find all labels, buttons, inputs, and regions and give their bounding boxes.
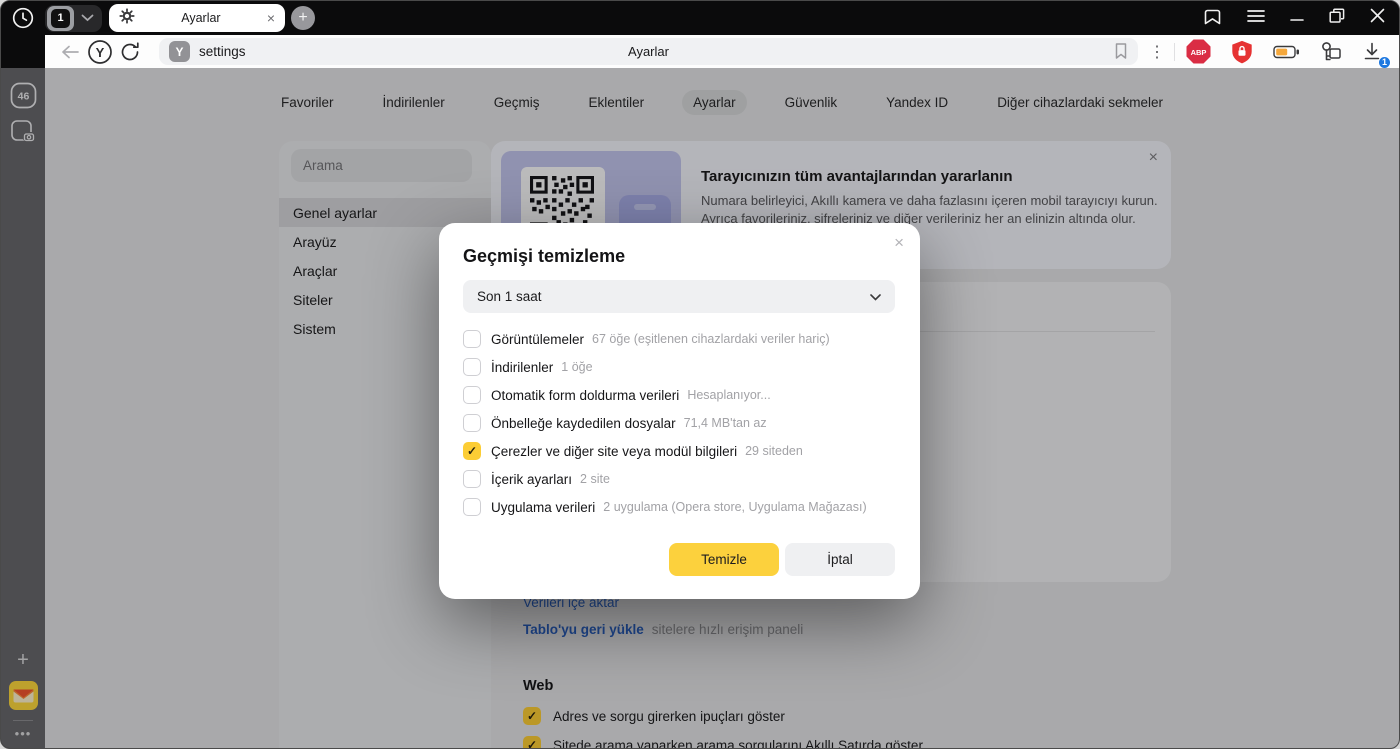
- item-meta: Hesaplanıyor...: [687, 388, 770, 402]
- tab-group-control[interactable]: 1: [45, 5, 102, 32]
- tab-title: Ayarlar: [135, 11, 267, 25]
- bookmark-panel-icon[interactable]: [1203, 6, 1222, 31]
- item-label: Önbelleğe kaydedilen dosyalar: [491, 416, 676, 431]
- password-key-icon[interactable]: [1315, 38, 1345, 66]
- checkbox-uygulama-verileri[interactable]: ✓: [463, 498, 481, 516]
- cancel-button[interactable]: İptal: [785, 543, 895, 576]
- history-item-row: ✓ Önbelleğe kaydedilen dosyalar 71,4 MB'…: [463, 414, 895, 432]
- checkbox-goruntulemeler[interactable]: ✓: [463, 330, 481, 348]
- clear-button[interactable]: Temizle: [669, 543, 779, 576]
- item-meta: 67 öğe (eşitlenen cihazlardaki veriler h…: [592, 332, 830, 346]
- history-item-row: ✓ İçerik ayarları 2 site: [463, 470, 895, 488]
- chevron-down-icon: [870, 288, 881, 306]
- checkbox-form-verileri[interactable]: ✓: [463, 386, 481, 404]
- item-meta: 71,4 MB'tan az: [684, 416, 767, 430]
- dialog-buttons: Temizle İptal: [669, 543, 895, 576]
- item-meta: 2 uygulama (Opera store, Uygulama Mağaza…: [603, 500, 866, 514]
- chevron-down-icon[interactable]: [74, 14, 100, 22]
- close-window-icon[interactable]: [1370, 8, 1385, 28]
- address-url[interactable]: settings: [199, 44, 246, 59]
- minimize-icon[interactable]: [1290, 9, 1304, 28]
- back-icon[interactable]: [55, 38, 85, 66]
- item-meta: 2 site: [580, 472, 610, 486]
- item-meta: 29 siteden: [745, 444, 803, 458]
- item-meta: 1 öğe: [561, 360, 592, 374]
- tab-count: 1: [51, 9, 70, 28]
- time-range-select[interactable]: Son 1 saat: [463, 280, 895, 313]
- checkbox-icerik-ayarlari[interactable]: ✓: [463, 470, 481, 488]
- kebab-menu-icon[interactable]: ⋮: [1148, 38, 1166, 66]
- dialog-close-icon[interactable]: ×: [894, 233, 904, 253]
- svg-text:ABP: ABP: [1190, 48, 1206, 57]
- history-items-list: ✓ Görüntülemeler 67 öğe (eşitlenen cihaz…: [463, 330, 895, 526]
- item-label: Uygulama verileri: [491, 500, 595, 515]
- tab-count-chip[interactable]: 1: [47, 6, 74, 31]
- protect-shield-icon[interactable]: [1227, 38, 1257, 66]
- history-clock-icon[interactable]: [1, 6, 45, 30]
- item-label: Çerezler ve diğer site veya modül bilgil…: [491, 444, 737, 459]
- checkbox-cerezler[interactable]: ✓: [463, 442, 481, 460]
- item-label: İndirilenler: [491, 360, 553, 375]
- history-item-row: ✓ Uygulama verileri 2 uygulama (Opera st…: [463, 498, 895, 516]
- gear-icon: [119, 8, 135, 29]
- history-item-row: ✓ Otomatik form doldurma verileri Hesapl…: [463, 386, 895, 404]
- site-favicon-yandex: Y: [169, 41, 190, 62]
- toolbar-separator: [1174, 43, 1175, 61]
- refresh-icon[interactable]: [115, 38, 145, 66]
- yandex-home-icon[interactable]: Y: [85, 38, 115, 66]
- checkbox-onbellek[interactable]: ✓: [463, 414, 481, 432]
- item-label: İçerik ayarları: [491, 472, 572, 487]
- battery-saver-icon[interactable]: [1271, 38, 1301, 66]
- browser-window: 1 Ayarlar × +: [0, 0, 1400, 749]
- new-tab-button[interactable]: +: [291, 6, 315, 30]
- item-label: Görüntülemeler: [491, 332, 584, 347]
- history-item-row: ✓ İndirilenler 1 öğe: [463, 358, 895, 376]
- svg-text:Y: Y: [96, 45, 105, 60]
- clear-history-dialog: × Geçmişi temizleme Son 1 saat ✓ Görüntü…: [439, 223, 920, 599]
- checkbox-indirilenler[interactable]: ✓: [463, 358, 481, 376]
- downloads-badge: 1: [1378, 56, 1391, 69]
- hamburger-menu-icon[interactable]: [1247, 9, 1265, 28]
- downloads-icon[interactable]: 1: [1357, 38, 1387, 66]
- item-label: Otomatik form doldurma verileri: [491, 388, 679, 403]
- tab-strip: 1 Ayarlar × +: [1, 1, 1399, 35]
- page-area: 46 + ••• Favoriler İndirilenler Geçmiş E…: [1, 68, 1399, 748]
- adblock-abp-icon[interactable]: ABP: [1183, 38, 1213, 66]
- history-item-row: ✓ Görüntülemeler 67 öğe (eşitlenen cihaz…: [463, 330, 895, 348]
- address-bar[interactable]: Y settings Ayarlar: [159, 38, 1138, 65]
- bookmark-flag-icon[interactable]: [1114, 42, 1128, 65]
- address-toolbar: Y Y settings Ayarlar ⋮ ABP 1: [45, 35, 1399, 68]
- restore-window-icon[interactable]: [1329, 8, 1345, 29]
- page-title: Ayarlar: [159, 44, 1138, 59]
- window-controls: [1203, 1, 1385, 35]
- time-range-value: Son 1 saat: [477, 289, 870, 304]
- dialog-title: Geçmişi temizleme: [463, 246, 625, 267]
- history-item-row: ✓ Çerezler ve diğer site veya modül bilg…: [463, 442, 895, 460]
- tab-ayarlar[interactable]: Ayarlar ×: [109, 4, 285, 32]
- tab-close-icon[interactable]: ×: [267, 11, 275, 25]
